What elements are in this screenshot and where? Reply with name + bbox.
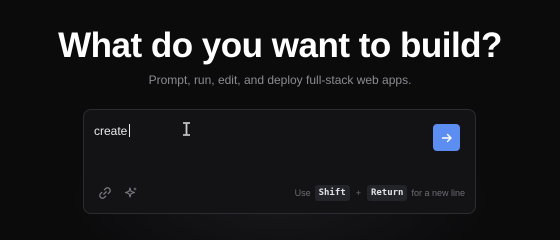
page-title: What do you want to build? [58,26,502,65]
ibeam-cursor-icon [183,122,190,136]
prompt-input-text: create [94,124,128,138]
attach-link-button[interactable] [97,185,113,201]
submit-button[interactable] [433,124,460,151]
hint-prefix: Use [294,188,311,198]
prompt-input[interactable]: create [94,122,414,140]
text-caret [129,124,131,137]
enhance-prompt-button[interactable] [123,185,139,201]
return-key: Return [366,185,408,201]
newline-hint: Use Shift + Return for a new line [295,184,465,202]
prompt-box[interactable]: create Use Shift + Return for a new line [83,109,476,214]
page-subtitle: Prompt, run, edit, and deploy full-stack… [148,73,412,87]
shift-key: Shift [314,185,350,201]
sparkles-icon [124,187,137,198]
link-icon [99,187,111,199]
hint-suffix: for a new line [411,188,465,198]
hint-plus: + [355,188,361,198]
arrow-right-icon [441,133,452,142]
